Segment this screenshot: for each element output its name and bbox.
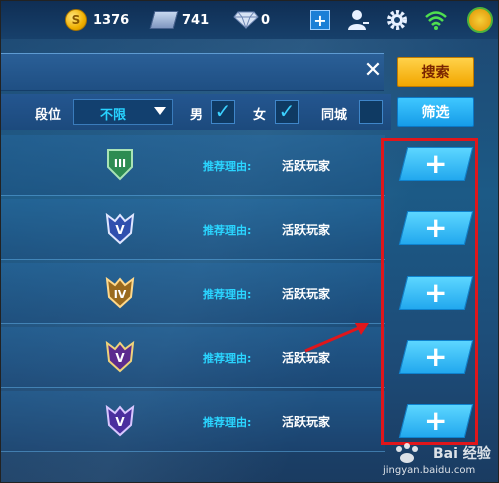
baidu-watermark: Bai 经验 jingyan.baidu.com [381, 437, 499, 481]
checkmark-icon: ✓ [278, 99, 296, 123]
rank-numeral: IV [114, 288, 127, 301]
reason-value: 活跃玩家 [282, 415, 331, 429]
female-label: 女 [253, 108, 267, 123]
male-checkbox[interactable]: ✓ [211, 100, 235, 124]
player-row: IV 推荐理由: 活跃玩家 [1, 263, 385, 324]
rank-select-value: 不限 [100, 108, 127, 123]
filter-button-label: 筛选 [421, 105, 450, 121]
coin-count: 1376 [93, 12, 130, 28]
rank-badge-icon: III [107, 149, 133, 181]
chevron-down-icon [154, 107, 166, 115]
player-row: V 推荐理由: 活跃玩家 [1, 199, 385, 260]
same-city-label: 同城 [321, 108, 348, 123]
close-icon: ✕ [363, 58, 383, 83]
settings-button[interactable] [385, 9, 409, 31]
reason-label: 推荐理由: [203, 352, 252, 365]
ticket-counter: 741 [149, 9, 210, 31]
rank-numeral: V [115, 223, 125, 237]
rank-badge-icon: IV [105, 276, 135, 309]
watermark-brand: Bai 经验 [433, 446, 491, 462]
gem-count: 0 [261, 12, 271, 28]
checkmark-icon: ✓ [214, 99, 232, 123]
profile-button[interactable] [467, 7, 493, 33]
wifi-icon [425, 11, 447, 30]
player-row: V 推荐理由: 活跃玩家 [1, 391, 385, 452]
search-input[interactable] [1, 53, 384, 91]
friends-button[interactable] [346, 9, 370, 31]
coin-icon: S [65, 9, 87, 31]
reason-value: 活跃玩家 [282, 287, 331, 301]
red-arrow-icon [304, 323, 369, 353]
rank-numeral: V [115, 351, 125, 365]
rank-numeral: V [115, 415, 125, 429]
ticket-icon [149, 11, 179, 29]
rank-label: 段位 [35, 108, 62, 123]
reason-value: 活跃玩家 [282, 223, 331, 237]
search-button-label: 搜索 [421, 65, 450, 81]
reason-value: 活跃玩家 [282, 159, 331, 173]
reason-label: 推荐理由: [203, 416, 252, 429]
gem-counter: 0 [233, 9, 270, 31]
filter-button[interactable]: 筛选 [397, 97, 474, 127]
add-currency-button[interactable]: + [310, 9, 330, 31]
clear-search-button[interactable]: ✕ [362, 60, 384, 82]
gear-icon [387, 10, 407, 30]
avatar [467, 7, 493, 33]
rank-badge-icon: V [105, 404, 135, 437]
wifi-status [424, 9, 448, 31]
search-button[interactable]: 搜索 [397, 57, 474, 87]
female-checkbox[interactable]: ✓ [275, 100, 299, 124]
rank-numeral: III [114, 157, 126, 170]
watermark-url: jingyan.baidu.com [383, 465, 476, 476]
same-city-checkbox[interactable] [359, 100, 383, 124]
rank-badge-icon: V [105, 212, 135, 245]
reason-label: 推荐理由: [203, 288, 252, 301]
player-row: III 推荐理由: 活跃玩家 [1, 135, 385, 196]
diamond-icon [233, 11, 259, 29]
paw-logo-icon [396, 443, 418, 463]
highlight-box [381, 138, 478, 445]
user-icon [348, 10, 369, 30]
reason-label: 推荐理由: [203, 224, 252, 237]
rank-badge-icon: V [105, 340, 135, 373]
ticket-count: 741 [182, 12, 210, 28]
top-status-bar: S 1376 741 0 + [1, 1, 498, 39]
coin-counter: S 1376 [65, 9, 129, 31]
male-label: 男 [190, 108, 204, 123]
reason-label: 推荐理由: [203, 160, 252, 173]
plus-icon: + [310, 10, 330, 30]
